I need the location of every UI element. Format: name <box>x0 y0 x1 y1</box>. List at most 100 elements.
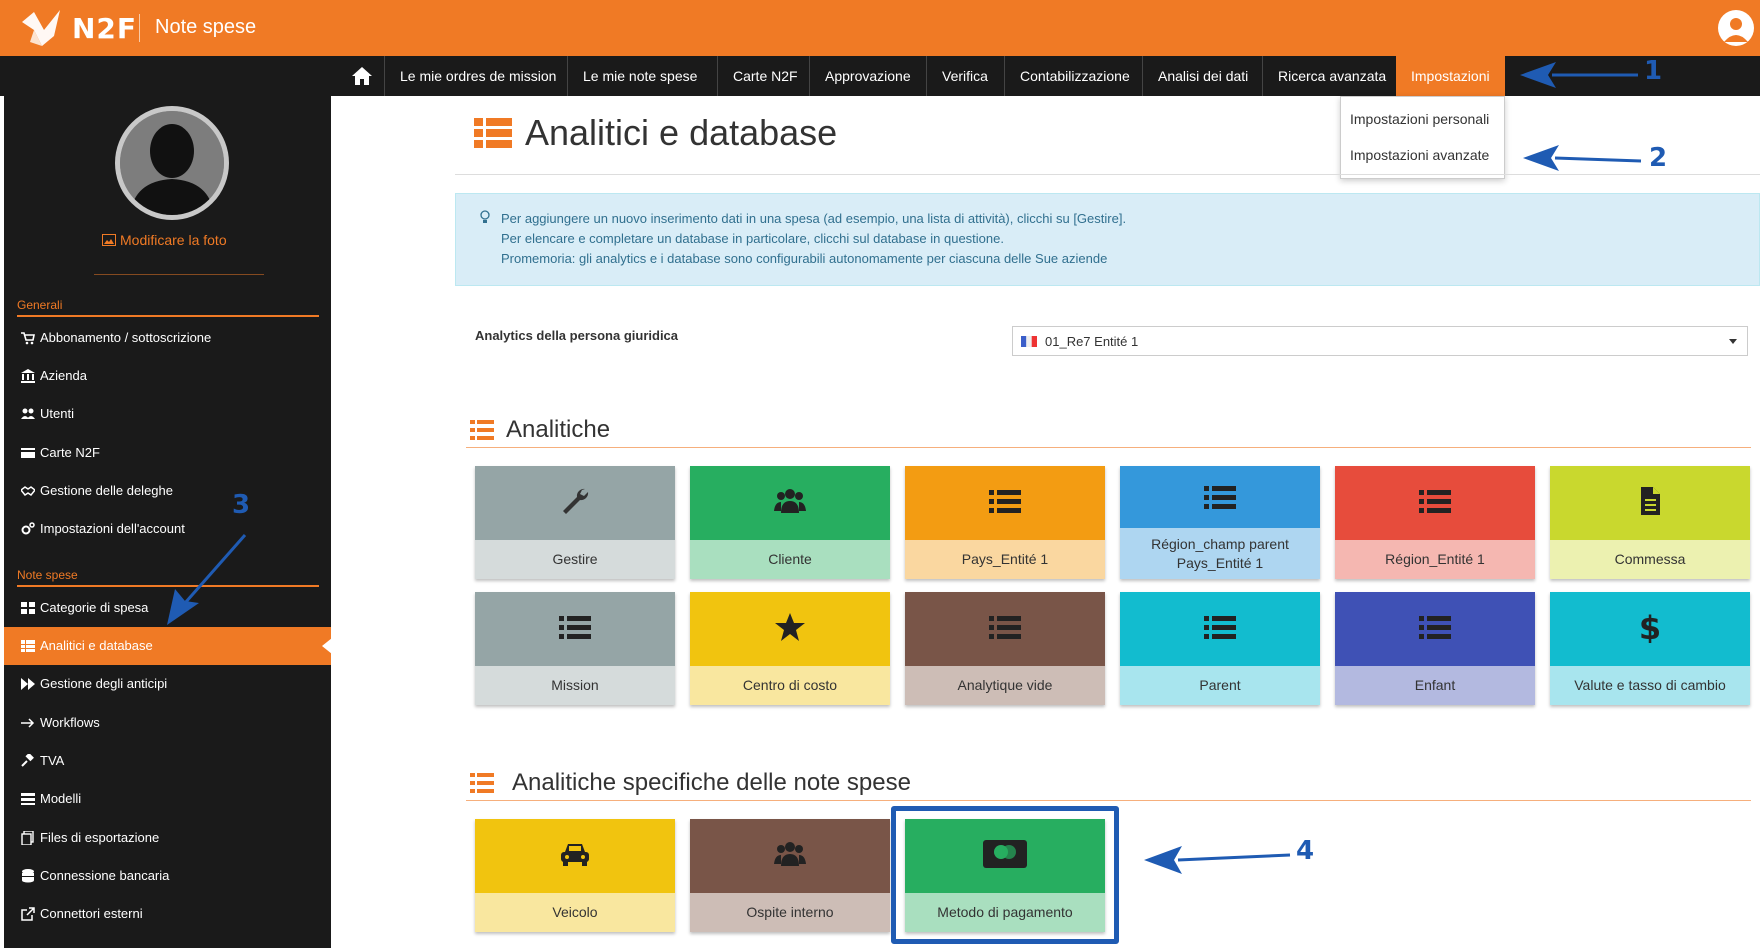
tile-gestire[interactable]: Gestire <box>475 466 675 579</box>
menu-item-impostazioni-avanzate[interactable]: Impostazioni avanzate <box>1350 147 1489 163</box>
sidebar-item-label: Gestione degli anticipi <box>40 676 168 691</box>
sidebar-item-abbonamento[interactable]: Abbonamento / sottoscrizione <box>4 319 331 357</box>
nav-item-note-spese[interactable]: Le mie note spese <box>567 56 712 96</box>
file-icon <box>1641 487 1660 515</box>
settings-dropdown-menu: Impostazioni personali Impostazioni avan… <box>1340 96 1505 179</box>
database-icon <box>22 869 34 883</box>
entity-select-value: 01_Re7 Entité 1 <box>1045 334 1139 349</box>
sidebar-item-label: Utenti <box>40 406 74 421</box>
sidebar-item-azienda[interactable]: Azienda <box>4 357 331 395</box>
list-icon <box>21 793 35 805</box>
sidebar-item-analitici[interactable]: Analitici e database <box>4 627 332 665</box>
tile-cliente[interactable]: Cliente <box>690 466 890 579</box>
tile-parent[interactable]: Parent <box>1120 592 1320 705</box>
cart-icon <box>21 332 35 345</box>
menu-item-impostazioni-personali[interactable]: Impostazioni personali <box>1350 111 1489 127</box>
annotation-arrow-2-icon <box>1523 145 1642 171</box>
tile-analytique-vide[interactable]: Analytique vide <box>905 592 1105 705</box>
nav-item-ordres-de-mission[interactable]: Le mie ordres de mission <box>384 56 571 96</box>
star-icon <box>775 613 805 641</box>
annotation-number-1: 1 <box>1644 56 1663 86</box>
gears-icon <box>21 522 35 535</box>
entity-label: Analytics della persona giuridica <box>475 328 679 343</box>
list-icon <box>989 616 1021 639</box>
sidebar-item-carte-n2f[interactable]: Carte N2F <box>4 434 331 472</box>
sidebar-item-label: Modelli <box>40 791 82 806</box>
annotation-number-4: 4 <box>1296 836 1315 866</box>
annotation-arrow-3-icon <box>167 534 247 625</box>
list-icon <box>1419 490 1451 513</box>
sidebar-item-anticipi[interactable]: Gestione degli anticipi <box>4 665 331 703</box>
sidebar-section-generali: Generali <box>17 298 63 312</box>
tile-region-entite[interactable]: Région_Entité 1 <box>1335 466 1535 579</box>
nav-item-carte-n2f[interactable]: Carte N2F <box>717 56 813 96</box>
nav-item-verifica[interactable]: Verifica <box>926 56 1003 96</box>
nav-item-impostazioni[interactable]: Impostazioni <box>1396 56 1505 96</box>
car-icon <box>561 844 589 866</box>
tile-veicolo[interactable]: Veicolo <box>475 819 675 932</box>
sidebar-item-workflows[interactable]: Workflows <box>4 704 331 742</box>
title-divider <box>455 174 1760 175</box>
section-title-analitiche: Analitiche <box>506 416 611 443</box>
modify-photo-link[interactable]: Modificare la foto <box>102 232 227 248</box>
users-icon <box>774 842 806 866</box>
list-icon <box>470 420 494 440</box>
external-link-icon <box>21 907 35 921</box>
image-icon <box>102 234 116 246</box>
entity-select[interactable]: 01_Re7 Entité 1 <box>1012 326 1748 356</box>
sidebar-item-connessione-bancaria[interactable]: Connessione bancaria <box>4 857 331 895</box>
sidebar: Modificare la foto Generali Abbonamento … <box>4 96 332 948</box>
users-icon <box>774 489 806 513</box>
logo-text: N2F <box>72 12 138 45</box>
sidebar-item-label: Connettori esterni <box>40 906 143 921</box>
tile-centro-di-costo[interactable]: Centro di costo <box>690 592 890 705</box>
sidebar-item-label: TVA <box>40 753 65 768</box>
users-icon <box>21 408 35 419</box>
sidebar-item-tva[interactable]: TVA <box>4 742 331 780</box>
list-icon <box>989 490 1021 513</box>
tile-label: Analytique vide <box>905 666 1105 705</box>
tile-valute[interactable]: $ Valute e tasso di cambio <box>1550 592 1750 705</box>
tile-commessa[interactable]: Commessa <box>1550 466 1750 579</box>
sidebar-item-utenti[interactable]: Utenti <box>4 395 331 433</box>
tile-label: Mission <box>475 666 675 705</box>
lightbulb-icon <box>480 210 490 223</box>
profile-avatar <box>115 106 229 220</box>
tile-enfant[interactable]: Enfant <box>1335 592 1535 705</box>
annotation-number-2: 2 <box>1649 143 1668 173</box>
nav-item-analisi-dati[interactable]: Analisi dei dati <box>1142 56 1263 96</box>
user-avatar-icon[interactable] <box>1718 10 1754 46</box>
fast-forward-icon <box>21 678 35 690</box>
grid-icon <box>21 602 35 614</box>
sidebar-item-files-esportazione[interactable]: Files di esportazione <box>4 819 331 857</box>
section-title-analitiche-specifiche: Analitiche specifiche delle note spese <box>512 769 911 796</box>
annotation-number-3: 3 <box>232 490 251 520</box>
sidebar-item-connettori-esterni[interactable]: Connettori esterni <box>4 895 331 933</box>
title-separator <box>139 14 140 42</box>
section-divider <box>466 800 1751 801</box>
nav-item-approvazione[interactable]: Approvazione <box>809 56 926 96</box>
sidebar-item-label: Abbonamento / sottoscrizione <box>40 330 212 345</box>
sidebar-item-label: Connessione bancaria <box>40 868 170 883</box>
modify-photo-label: Modificare la foto <box>120 232 227 248</box>
annotation-arrow-4-icon <box>1144 846 1291 874</box>
home-icon[interactable] <box>350 64 374 88</box>
top-bar: N2F Note spese <box>0 0 1760 56</box>
svg-text:$: $ <box>1639 611 1661 643</box>
sidebar-section-rule <box>17 315 319 317</box>
nav-item-contabilizzazione[interactable]: Contabilizzazione <box>1004 56 1145 96</box>
list-icon <box>559 616 591 639</box>
tile-label: Commessa <box>1550 540 1750 579</box>
sidebar-item-deleghe[interactable]: Gestione delle deleghe <box>4 472 331 510</box>
sidebar-item-modelli[interactable]: Modelli <box>4 780 331 818</box>
nav-item-ricerca-avanzata[interactable]: Ricerca avanzata <box>1262 56 1401 96</box>
tile-region-champ-parent[interactable]: Région_champ parent Pays_Entité 1 <box>1120 466 1320 579</box>
tile-ospite-interno[interactable]: Ospite interno <box>690 819 890 932</box>
sidebar-divider <box>94 274 264 275</box>
tile-label-line: Pays_Entité 1 <box>1176 554 1264 571</box>
tile-pays-entite[interactable]: Pays_Entité 1 <box>905 466 1105 579</box>
tile-label: Gestire <box>475 540 675 579</box>
handshake-icon <box>21 486 35 497</box>
tile-mission[interactable]: Mission <box>475 592 675 705</box>
annotation-highlight-box <box>891 806 1119 944</box>
